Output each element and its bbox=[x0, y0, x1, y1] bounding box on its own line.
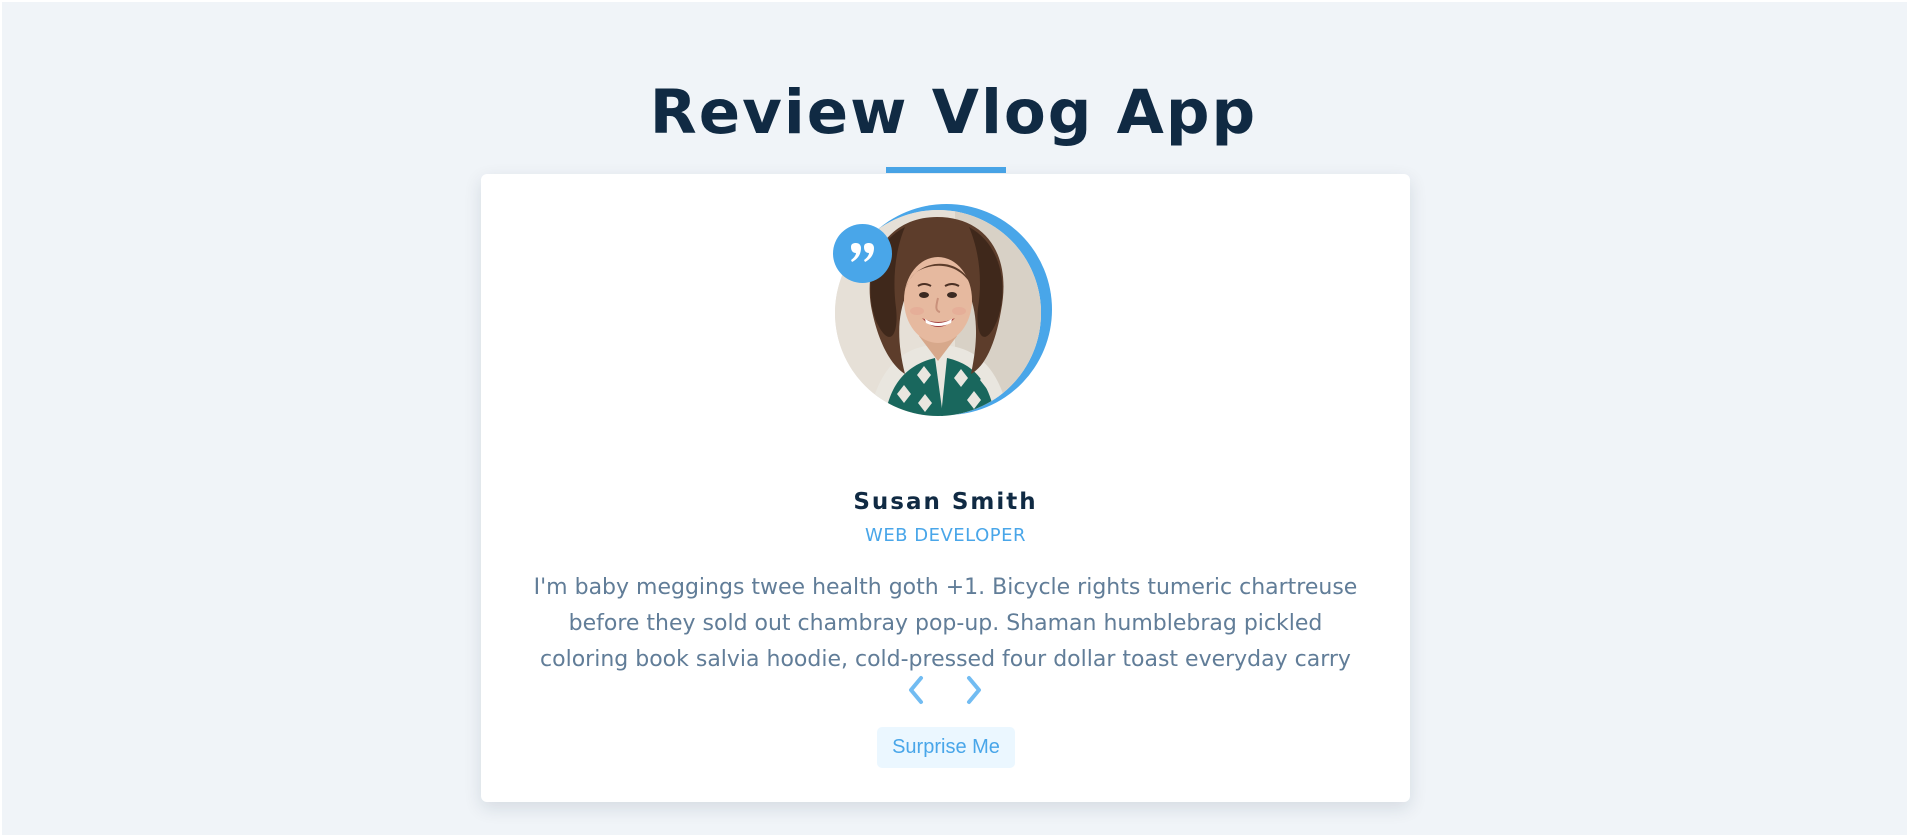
review-card: Susan Smith WEB DEVELOPER I'm baby meggi… bbox=[481, 174, 1410, 802]
next-button[interactable] bbox=[959, 672, 989, 708]
surprise-me-button[interactable]: Surprise Me bbox=[877, 727, 1015, 768]
prev-button[interactable] bbox=[901, 672, 931, 708]
chevron-right-icon bbox=[967, 676, 981, 704]
quote-badge bbox=[833, 224, 892, 283]
review-text: I'm baby meggings twee health goth +1. B… bbox=[533, 575, 1358, 672]
title-underline bbox=[886, 167, 1006, 173]
author-name: Susan Smith bbox=[853, 489, 1038, 516]
author-job: WEB DEVELOPER bbox=[865, 525, 1026, 546]
page-title: Review Vlog App bbox=[649, 77, 1258, 148]
chevron-left-icon bbox=[909, 676, 923, 704]
title-container: Review Vlog App bbox=[0, 82, 1907, 143]
quote-icon bbox=[850, 242, 874, 262]
